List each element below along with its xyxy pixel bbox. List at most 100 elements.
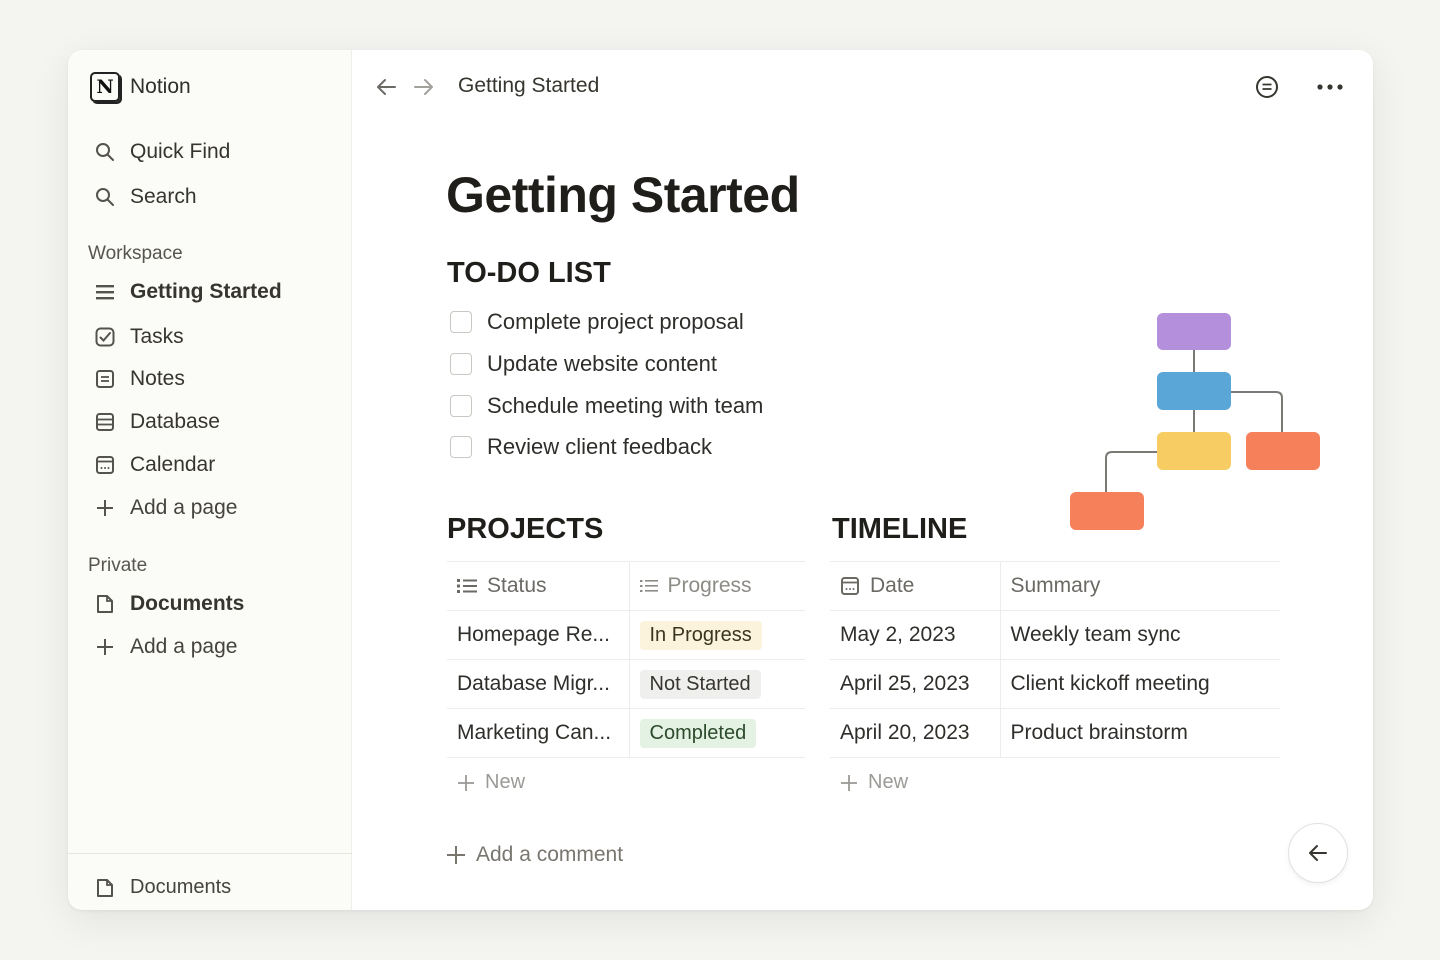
workspace-switcher[interactable]: N Notion <box>90 72 191 102</box>
diagram-connector <box>1105 451 1157 492</box>
private-section-label: Private <box>88 555 148 576</box>
timeline-date-cell[interactable]: April 20, 2023 <box>830 708 1000 758</box>
sidebar-item-documents[interactable]: Documents <box>94 592 244 616</box>
note-icon <box>94 368 116 390</box>
todo-item[interactable]: Update website content <box>450 351 717 377</box>
search-button[interactable]: Search <box>94 185 197 209</box>
diagram-node-yellow <box>1157 432 1231 470</box>
table-row[interactable]: April 20, 2023 Product brainstorm <box>830 708 1280 758</box>
quick-find-button[interactable]: Quick Find <box>94 140 230 164</box>
table-row[interactable]: Database Migr... Not Started <box>447 659 805 709</box>
status-badge: Completed <box>639 718 757 748</box>
collapse-panel-button[interactable] <box>1288 823 1348 883</box>
timeline-summary-cell[interactable]: Product brainstorm <box>999 708 1280 758</box>
table-header-row: Status Progress <box>447 561 805 611</box>
todo-item[interactable]: Complete project proposal <box>450 309 744 335</box>
diagram-node-orange <box>1070 492 1144 530</box>
table-row[interactable]: April 25, 2023 Client kickoff meeting <box>830 659 1280 709</box>
table-row[interactable]: Homepage Re... In Progress <box>447 610 805 660</box>
checkbox-icon <box>94 326 116 348</box>
column-header-progress[interactable]: Progress <box>628 561 805 611</box>
projects-new-row-button[interactable]: New <box>457 771 525 794</box>
sidebar-item-label: Calendar <box>130 453 216 476</box>
workspace-section-label: Workspace <box>88 243 183 264</box>
column-header-summary[interactable]: Summary <box>999 561 1280 611</box>
project-name-cell[interactable]: Homepage Re... <box>447 610 629 660</box>
projects-table: Status Progress Homepage Re... In Progre… <box>447 561 805 758</box>
add-page-button[interactable]: Add a page <box>94 496 237 520</box>
sidebar-item-notes[interactable]: Notes <box>94 367 185 391</box>
diagram-node-blue <box>1157 372 1231 410</box>
todo-label: Schedule meeting with team <box>487 393 764 418</box>
sidebar-item-label: Documents <box>130 592 245 615</box>
page-title[interactable]: Getting Started <box>446 166 800 224</box>
todo-checkbox[interactable] <box>450 353 472 375</box>
project-name-cell[interactable]: Database Migr... <box>447 659 629 709</box>
diagram-connector <box>1231 391 1283 432</box>
add-private-page-button[interactable]: Add a page <box>94 635 237 659</box>
todo-heading: TO-DO LIST <box>447 257 611 289</box>
list-icon <box>639 580 658 592</box>
plus-icon <box>458 774 474 791</box>
timeline-new-row-button[interactable]: New <box>840 771 908 794</box>
app-window: N Notion Quick Find Search Workspace Get… <box>68 50 1373 910</box>
diagram-node-orange <box>1246 432 1320 470</box>
arrow-left-icon <box>1309 845 1327 861</box>
arrow-right-icon <box>414 79 433 95</box>
add-comment-label: Add a comment <box>476 843 624 866</box>
breadcrumb[interactable]: Getting Started <box>458 74 599 98</box>
more-options-button[interactable] <box>1315 72 1345 102</box>
projects-heading: PROJECTS <box>447 513 604 545</box>
arrow-left-icon <box>377 79 396 95</box>
todo-label: Update website content <box>487 351 717 376</box>
ellipsis-icon <box>1317 84 1343 90</box>
sidebar-item-getting-started[interactable]: Getting Started <box>94 280 282 304</box>
sidebar-item-calendar[interactable]: Calendar <box>94 453 215 477</box>
add-page-label: Add a page <box>130 635 238 658</box>
todo-label: Complete project proposal <box>487 309 744 334</box>
database-icon <box>94 411 116 433</box>
todo-checkbox[interactable] <box>450 395 472 417</box>
new-label: New <box>868 771 909 793</box>
project-name-cell[interactable]: Marketing Can... <box>447 708 629 758</box>
list-bullet-icon <box>457 579 477 593</box>
footer-documents-button[interactable]: Documents <box>94 876 231 899</box>
forward-button[interactable] <box>411 74 437 100</box>
timeline-table: Date Summary May 2, 2023 Weekly team syn… <box>830 561 1280 758</box>
add-comment-button[interactable]: Add a comment <box>446 843 623 867</box>
project-progress-cell[interactable]: In Progress <box>628 610 805 660</box>
timeline-summary-cell[interactable]: Weekly team sync <box>999 610 1280 660</box>
todo-checkbox[interactable] <box>450 311 472 333</box>
search-label: Search <box>130 185 197 208</box>
column-header-label: Date <box>870 574 915 597</box>
sidebar: N Notion Quick Find Search Workspace Get… <box>68 50 352 910</box>
table-row[interactable]: Marketing Can... Completed <box>447 708 805 758</box>
plus-icon <box>447 846 465 864</box>
back-button[interactable] <box>373 74 399 100</box>
sidebar-item-label: Notes <box>130 367 185 390</box>
comments-button[interactable] <box>1252 72 1282 102</box>
sidebar-footer: Documents <box>68 853 352 910</box>
timeline-date-cell[interactable]: April 25, 2023 <box>830 659 1000 709</box>
todo-item[interactable]: Review client feedback <box>450 434 712 460</box>
status-badge: In Progress <box>639 620 762 650</box>
table-row[interactable]: May 2, 2023 Weekly team sync <box>830 610 1280 660</box>
notion-logo-icon: N <box>90 72 120 102</box>
sidebar-item-tasks[interactable]: Tasks <box>94 325 184 349</box>
timeline-date-cell[interactable]: May 2, 2023 <box>830 610 1000 660</box>
calendar-icon <box>841 577 859 595</box>
todo-item[interactable]: Schedule meeting with team <box>450 393 763 419</box>
todo-label: Review client feedback <box>487 434 713 459</box>
project-progress-cell[interactable]: Not Started <box>628 659 805 709</box>
project-progress-cell[interactable]: Completed <box>628 708 805 758</box>
add-page-label: Add a page <box>130 496 238 519</box>
column-header-status[interactable]: Status <box>447 561 629 611</box>
todo-checkbox[interactable] <box>450 436 472 458</box>
timeline-summary-cell[interactable]: Client kickoff meeting <box>999 659 1280 709</box>
sidebar-item-database[interactable]: Database <box>94 410 220 434</box>
quick-find-label: Quick Find <box>130 140 231 163</box>
table-header-row: Date Summary <box>830 561 1280 611</box>
calendar-icon <box>94 454 116 476</box>
column-header-label: Status <box>487 574 547 597</box>
column-header-date[interactable]: Date <box>830 561 1000 611</box>
